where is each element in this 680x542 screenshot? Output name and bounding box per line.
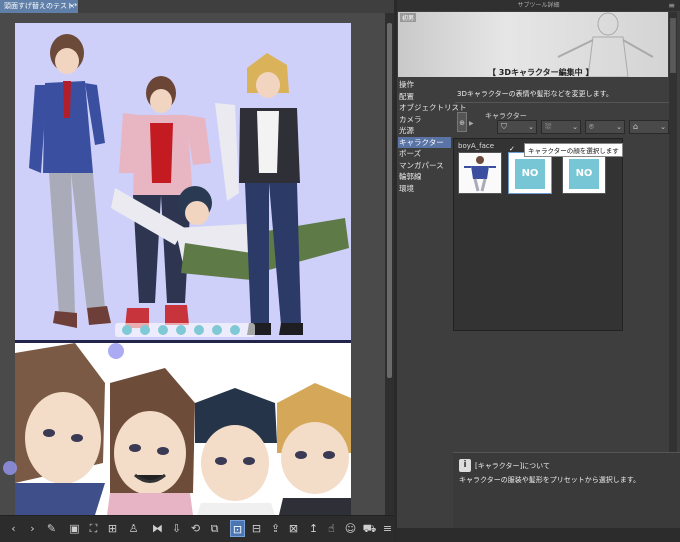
category-item[interactable]: キャラクター xyxy=(398,136,451,148)
arrow-icon[interactable]: ↥ xyxy=(306,520,321,537)
preset-thumbnail[interactable] xyxy=(458,152,502,194)
sub-tool-scrollbar[interactable] xyxy=(669,12,677,452)
manga-panel-top[interactable] xyxy=(15,23,351,341)
canvas[interactable] xyxy=(15,23,351,515)
frame-icon[interactable]: ⛶ xyxy=(86,520,101,537)
save-icon[interactable]: ⇪ xyxy=(268,520,283,537)
character-preview: 初男 【 3Dキャラクター編集中 】 xyxy=(398,12,668,77)
document-tab[interactable]: 頭面すげ替えのテスト* × xyxy=(0,0,78,13)
head-category-icon: ⌾ xyxy=(589,122,594,131)
head-category-button[interactable]: ⌾ ⌄ xyxy=(585,120,625,134)
character-blonde-boy xyxy=(239,53,303,335)
close-icon[interactable]: × xyxy=(69,0,75,13)
face-icon[interactable]: ☺ xyxy=(343,520,358,537)
panel-handle-left[interactable] xyxy=(3,461,17,475)
menu-icon[interactable]: ≡ xyxy=(380,520,395,537)
character-blazer-boy xyxy=(29,34,111,328)
accessory-category-icon: ⌂ xyxy=(633,122,639,131)
canvas-scrollbar[interactable] xyxy=(385,13,394,515)
preset-thumbnail[interactable]: NO xyxy=(562,152,606,194)
canvas-area[interactable] xyxy=(0,13,394,515)
preview-label: 初男 xyxy=(400,13,417,22)
manga-panel-bottom[interactable] xyxy=(15,343,351,515)
tooltip: キャラクターの顔を選択します xyxy=(524,143,623,157)
prev-icon[interactable]: ‹ xyxy=(6,520,21,537)
category-item[interactable]: マンガパース xyxy=(398,160,451,171)
body-category-button[interactable]: ⛉ ⌄ xyxy=(497,120,537,134)
category-list: 操作 配置 オブジェクトリスト カメラ 光源 キャラクター ポーズ マンガパース 輪郭線 環境 xyxy=(397,79,467,199)
car-icon[interactable]: ⛟ xyxy=(362,520,377,537)
info-icon: i xyxy=(459,459,471,472)
download-icon[interactable]: ⇩ xyxy=(169,520,184,537)
category-item[interactable]: カメラ xyxy=(398,114,451,125)
description-text: 3Dキャラクターの表情や髪形などを変更します。 xyxy=(457,90,613,98)
body-icon[interactable]: ⊟ xyxy=(249,520,264,537)
sub-tool-detail-panel: サブツール詳細 ≡ 初男 【 3Dキャラクター編集中 】 操作 配置 オブジェクトリ… xyxy=(397,0,680,542)
pose-icon[interactable]: ⊡ xyxy=(230,520,245,537)
check-icon: ✓ xyxy=(509,145,515,153)
sub-tool-footer xyxy=(397,528,680,542)
lock-icon[interactable]: ⊠ xyxy=(286,520,301,537)
hand-icon[interactable]: ☝ xyxy=(324,520,339,537)
app-window: 頭面すげ替えのテスト* × ‹ › ✎ ▣ ⛶ ⊞ ♙ ⧓ ⇩ ⟲ ⧉ ⊡ ⊟ … xyxy=(0,0,680,542)
no-image-icon: NO xyxy=(567,157,601,191)
panel-title: サブツール詳細 xyxy=(397,0,680,11)
flip-icon[interactable]: ⧓ xyxy=(150,520,165,537)
chevron-down-icon: ⌄ xyxy=(660,123,666,131)
category-item[interactable]: 光源 xyxy=(398,125,451,136)
category-item[interactable]: 操作 xyxy=(398,79,451,90)
info-body: キャラクターの服装や髪形をプリセットから選択します。 xyxy=(459,476,641,484)
category-item[interactable]: 環境 xyxy=(398,183,451,194)
face-blonde-hair xyxy=(277,383,351,515)
manipulator-widget xyxy=(115,323,255,337)
preset-selector: boyA_face NO NO xyxy=(453,138,623,331)
document-tab-title: 頭面すげ替えのテスト* xyxy=(4,2,78,10)
mode-label: 【 3Dキャラクター編集中 】 xyxy=(488,68,594,77)
category-item[interactable]: オブジェクトリスト xyxy=(398,102,467,113)
faces-illustration xyxy=(15,343,351,515)
menu-icon[interactable]: ≡ xyxy=(668,0,675,11)
category-item[interactable]: 配置 xyxy=(398,91,451,102)
canvas-scrollbar-thumb[interactable] xyxy=(387,23,392,378)
face-brown-hair-middle xyxy=(107,368,195,515)
object-launcher-toolbar: ‹ › ✎ ▣ ⛶ ⊞ ♙ ⧓ ⇩ ⟲ ⧉ ⊡ ⊟ ⇪ ⊠ ↥ ☝ ☺ ⛟ ≡ xyxy=(0,515,394,542)
walk-icon[interactable]: ♙ xyxy=(126,520,141,537)
category-item[interactable]: 輪郭線 xyxy=(398,171,451,182)
hair-category-icon: ⛆ xyxy=(545,122,552,131)
fit-icon[interactable]: ⧉ xyxy=(207,520,222,537)
ground-icon[interactable]: ⊞ xyxy=(105,520,120,537)
no-image-icon: NO xyxy=(513,157,547,191)
expand-arrow-icon[interactable]: ▶ xyxy=(469,120,474,127)
chevron-down-icon: ⌄ xyxy=(528,123,534,131)
next-icon[interactable]: › xyxy=(25,520,40,537)
wrench-icon[interactable]: ✎ xyxy=(44,520,59,537)
body-category-icon: ⛉ xyxy=(501,122,507,131)
divider xyxy=(455,102,669,103)
accessory-category-button[interactable]: ⌂ ⌄ xyxy=(629,120,669,134)
characters-illustration xyxy=(29,34,349,337)
character-select-button[interactable]: ⊕ xyxy=(457,112,467,132)
hair-category-button[interactable]: ⛆ ⌄ xyxy=(541,120,581,134)
sub-tool-scrollbar-thumb[interactable] xyxy=(670,18,676,73)
face-brown-hair-left xyxy=(15,343,105,515)
chevron-down-icon: ⌄ xyxy=(572,123,578,131)
reset-icon[interactable]: ⟲ xyxy=(188,520,203,537)
preset-thumbnail[interactable]: NO xyxy=(508,152,552,194)
info-title: [キャラクター]について xyxy=(475,462,550,470)
boy-figure-icon xyxy=(464,156,496,192)
panel-handle[interactable] xyxy=(108,343,124,359)
category-item[interactable]: ポーズ xyxy=(398,148,451,159)
face-dark-hair xyxy=(195,388,277,515)
chevron-down-icon: ⌄ xyxy=(616,123,622,131)
camera-icon[interactable]: ▣ xyxy=(67,520,82,537)
